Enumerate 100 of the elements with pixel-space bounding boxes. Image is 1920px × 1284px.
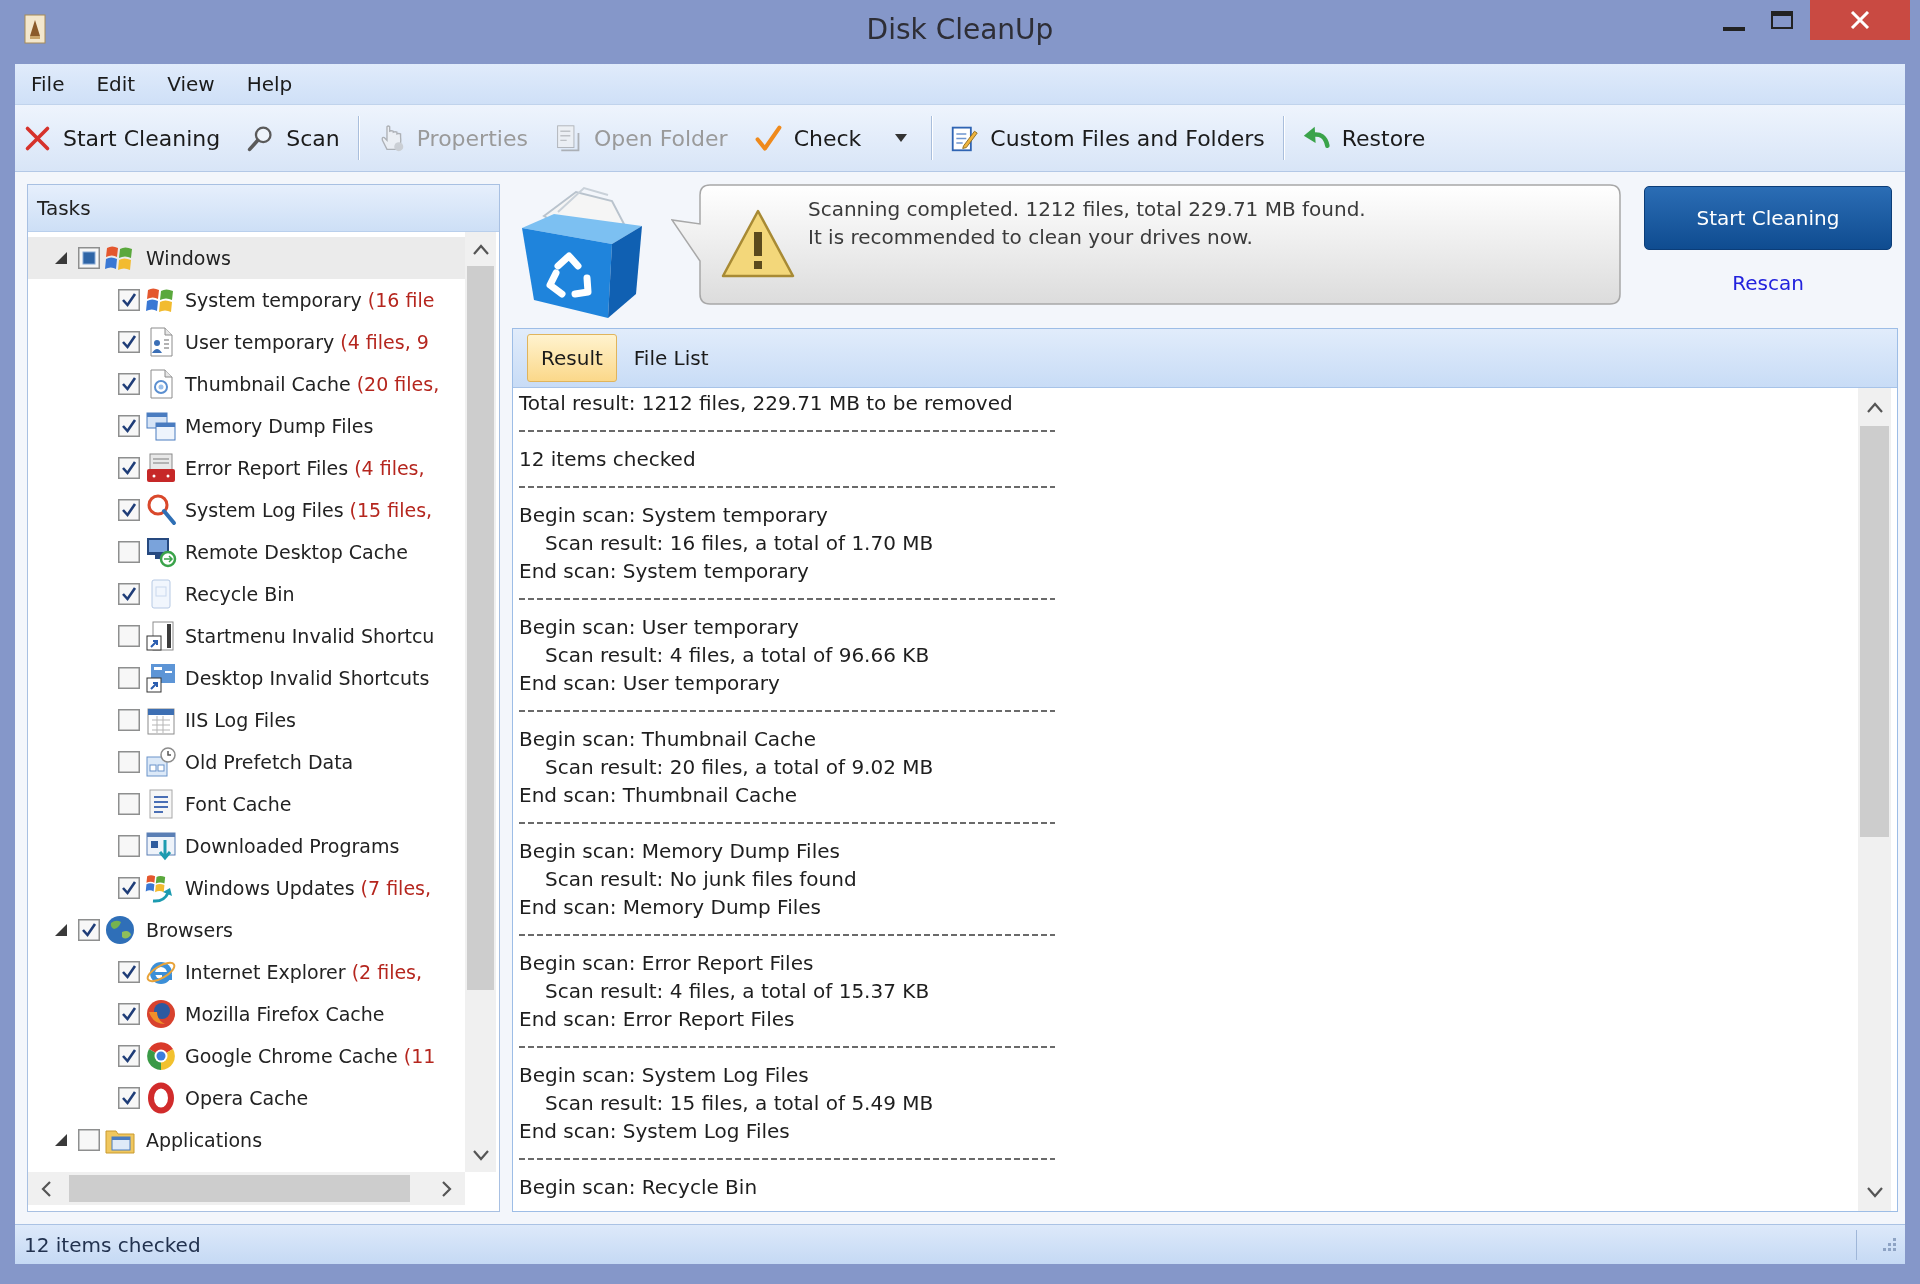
tree-item[interactable]: Internet Explorer (2 files, <box>28 951 465 993</box>
tree-item[interactable]: Desktop Invalid Shortcuts <box>28 657 465 699</box>
checkbox[interactable] <box>118 709 140 731</box>
tree-item[interactable]: Mozilla Firefox Cache <box>28 993 465 1035</box>
tree-item[interactable]: Windows <box>28 237 465 279</box>
expander-icon[interactable] <box>54 252 68 264</box>
tree-item-label: Memory Dump Files <box>185 415 374 437</box>
chevron-left-icon[interactable] <box>41 1180 51 1197</box>
tree-item-label: Downloaded Programs <box>185 835 400 857</box>
tree-item[interactable]: Thumbnail Cache (20 files, <box>28 363 465 405</box>
toolbar-button[interactable]: Start Cleaning <box>15 114 229 162</box>
tree-item-label: Recycle Bin <box>185 583 295 605</box>
tree-item[interactable]: Applications <box>28 1119 465 1161</box>
tree-item[interactable]: Downloaded Programs <box>28 825 465 867</box>
checkbox[interactable] <box>118 625 140 647</box>
result-line: 12 items checked <box>519 446 696 473</box>
tree-item-label: Internet Explorer (2 files, <box>185 961 423 983</box>
checkbox[interactable] <box>118 457 140 479</box>
checkbox[interactable] <box>118 541 140 563</box>
tree-item[interactable]: Opera Cache <box>28 1077 465 1119</box>
tree-item-label: Error Report Files (4 files, <box>185 457 425 479</box>
menu-item[interactable]: Help <box>230 68 309 100</box>
checkbox[interactable] <box>78 247 100 269</box>
tree-item-label: Old Prefetch Data <box>185 751 354 773</box>
tab[interactable]: File List <box>619 334 723 382</box>
checkbox[interactable] <box>118 1045 140 1067</box>
tree-item[interactable]: Startmenu Invalid Shortcu <box>28 615 465 657</box>
tree-item-label: Desktop Invalid Shortcuts <box>185 667 430 689</box>
toolbar-button[interactable]: Restore <box>1293 114 1434 162</box>
monitor-icon <box>145 536 177 568</box>
checkbox[interactable] <box>118 499 140 521</box>
tree-item-label: Windows Updates (7 files, <box>185 877 432 899</box>
scrollbar-thumb[interactable] <box>69 1175 410 1202</box>
checkbox[interactable] <box>118 835 140 857</box>
tree-item[interactable]: Recycle Bin <box>28 573 465 615</box>
tree-item-label: Font Cache <box>185 793 292 815</box>
tree-item[interactable]: Old Prefetch Data <box>28 741 465 783</box>
start-cleaning-button[interactable]: Start Cleaning <box>1644 186 1892 250</box>
checkbox[interactable] <box>118 961 140 983</box>
tree-item[interactable]: System Log Files (15 files, <box>28 489 465 531</box>
result-line: Begin scan: Error Report Files <box>519 950 814 977</box>
result-line: Scan result: 15 files, a total of 5.49 MB <box>545 1090 934 1117</box>
checkbox[interactable] <box>118 1003 140 1025</box>
chevron-down-icon[interactable] <box>472 1149 489 1161</box>
checkbox[interactable] <box>118 415 140 437</box>
menu-item[interactable]: View <box>151 68 231 100</box>
result-line: Begin scan: System Log Files <box>519 1062 809 1089</box>
vertical-scrollbar[interactable] <box>465 232 496 1172</box>
tree-item[interactable]: Browsers <box>28 909 465 951</box>
result-line: Begin scan: System temporary <box>519 502 828 529</box>
tree-item[interactable]: Font Cache <box>28 783 465 825</box>
tree-item[interactable]: Memory Dump Files <box>28 405 465 447</box>
checkbox[interactable] <box>118 1087 140 1109</box>
toolbar-button[interactable]: Custom Files and Folders <box>942 114 1273 162</box>
menu-item[interactable]: File <box>15 68 81 100</box>
horizontal-scrollbar[interactable] <box>28 1172 465 1205</box>
checkbox[interactable] <box>118 667 140 689</box>
chevron-up-icon[interactable] <box>472 243 489 255</box>
tree-item[interactable]: IIS Log Files <box>28 699 465 741</box>
checkbox[interactable] <box>118 751 140 773</box>
tree-item[interactable]: Remote Desktop Cache <box>28 531 465 573</box>
vertical-scrollbar[interactable] <box>1858 388 1891 1211</box>
close-button[interactable] <box>1810 0 1910 40</box>
toolbar-button[interactable]: Check <box>745 114 870 162</box>
result-line: Begin scan: User temporary <box>519 614 799 641</box>
checkbox[interactable] <box>78 1129 100 1151</box>
tree-item[interactable]: Error Report Files (4 files, <box>28 447 465 489</box>
expander-icon[interactable] <box>54 1134 68 1146</box>
tab[interactable]: Result <box>527 334 617 382</box>
tree-item[interactable]: Windows Updates (7 files, <box>28 867 465 909</box>
tree-item-label: Mozilla Firefox Cache <box>185 1003 385 1025</box>
checkbox[interactable] <box>118 793 140 815</box>
chevron-down-icon[interactable] <box>1866 1186 1883 1198</box>
result-line: End scan: System Log Files <box>519 1118 790 1145</box>
notice-text: Scanning completed. 1212 files, total 229.71 MB found. <box>808 196 1366 223</box>
rescan-link[interactable]: Rescan <box>1732 270 1804 296</box>
shortcut-icon <box>145 662 177 694</box>
result-line: End scan: User temporary <box>519 670 780 697</box>
scrollbar-thumb[interactable] <box>1860 426 1889 837</box>
tree-item[interactable]: Google Chrome Cache (11 <box>28 1035 465 1077</box>
result-line: Scan result: No junk files found <box>545 866 857 893</box>
tree-item-label: Windows <box>146 247 231 269</box>
scrollbar-thumb[interactable] <box>467 266 494 990</box>
checkbox[interactable] <box>118 877 140 899</box>
tree-item[interactable]: System temporary (16 file <box>28 279 465 321</box>
download-icon <box>145 830 177 862</box>
chevron-right-icon[interactable] <box>442 1180 452 1197</box>
toolbar-button[interactable]: Scan <box>238 114 348 162</box>
tree-item-label: Applications <box>146 1129 263 1151</box>
checkbox[interactable] <box>118 583 140 605</box>
expander-icon[interactable] <box>54 924 68 936</box>
checkbox[interactable] <box>118 289 140 311</box>
checkbox[interactable] <box>118 331 140 353</box>
checkbox[interactable] <box>118 373 140 395</box>
result-line: Total result: 1212 files, 229.71 MB to be removed <box>519 390 1013 417</box>
chevron-up-icon[interactable] <box>1866 401 1883 413</box>
menu-item[interactable]: Edit <box>80 68 152 100</box>
tree-item[interactable]: User temporary (4 files, 9 <box>28 321 465 363</box>
tree-item-label: System temporary (16 file <box>185 289 435 311</box>
checkbox[interactable] <box>78 919 100 941</box>
